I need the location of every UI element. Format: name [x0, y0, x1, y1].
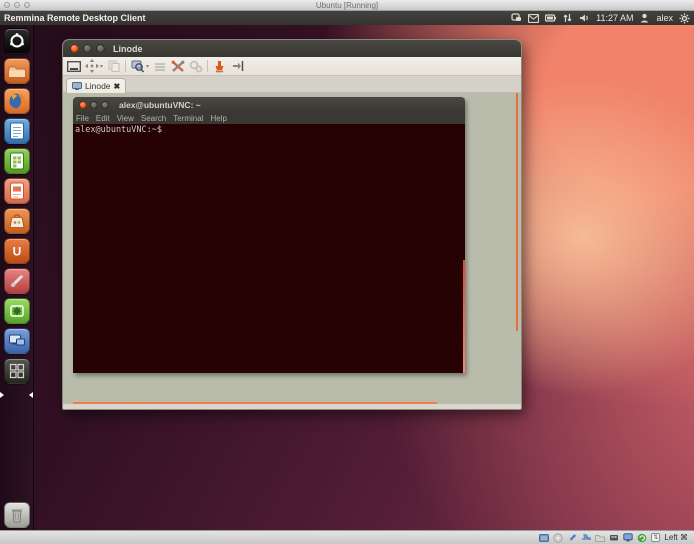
- remote-desktop-view[interactable]: alex@ubuntuVNC: ~ File Edit View Search …: [63, 93, 521, 404]
- menu-view[interactable]: View: [117, 114, 134, 123]
- focused-indicator-arrow: [29, 392, 33, 398]
- launcher-item-workspace-switcher[interactable]: [4, 358, 30, 384]
- fullscreen-icon[interactable]: [66, 59, 81, 74]
- vnc-close-button[interactable]: [79, 101, 87, 109]
- usb-icon[interactable]: [609, 533, 619, 543]
- panel-indicators: 11:27 AM alex: [511, 13, 690, 23]
- host-window-title: Ubuntu [Running]: [0, 0, 694, 11]
- copy-icon: [106, 59, 121, 74]
- svg-text:U: U: [13, 245, 22, 259]
- running-indicator-arrow: [0, 392, 4, 398]
- menu-terminal[interactable]: Terminal: [173, 114, 203, 123]
- launcher-item-dash-home[interactable]: [4, 28, 30, 54]
- tab-screen-icon: [72, 82, 82, 90]
- virtualbox-statusbar: ⇅ Left ⌘: [0, 530, 694, 544]
- vnc-terminal-title: alex@ubuntuVNC: ~: [119, 100, 201, 110]
- minimize-button[interactable]: [83, 44, 92, 53]
- user-icon[interactable]: [639, 13, 650, 23]
- ubuntu-top-panel: Remmina Remote Desktop Client 11:27 AM a…: [0, 11, 694, 25]
- maximize-button[interactable]: [96, 44, 105, 53]
- launcher-item-package-manager[interactable]: [4, 298, 30, 324]
- host-key-indicator: Left ⌘: [664, 533, 688, 542]
- features-icon[interactable]: [637, 533, 647, 543]
- cdrom-icon[interactable]: [553, 533, 563, 543]
- launcher-item-remmina[interactable]: [4, 328, 30, 354]
- audio-pencil-icon[interactable]: [567, 533, 577, 543]
- vnc-terminal-menubar: File Edit View Search Terminal Help: [73, 113, 465, 124]
- launcher-item-system-settings[interactable]: [4, 268, 30, 294]
- close-button[interactable]: [70, 44, 79, 53]
- network-traffic-icon[interactable]: [562, 13, 573, 23]
- vnc-minimize-button[interactable]: [90, 101, 98, 109]
- session-gear-icon[interactable]: [679, 13, 690, 23]
- toolbar-separator: [207, 60, 208, 72]
- tab-linode[interactable]: Linode ✖: [66, 78, 126, 93]
- settings-gears-icon: [188, 59, 203, 74]
- zoom-icon[interactable]: [130, 59, 145, 74]
- panel-username[interactable]: alex: [656, 13, 673, 23]
- display-icon[interactable]: [623, 533, 633, 543]
- vnc-maximize-button[interactable]: [101, 101, 109, 109]
- scale-icon[interactable]: [84, 59, 99, 74]
- remmina-toolbar: ▾ ▾: [63, 57, 521, 76]
- network-adapters-icon[interactable]: [581, 533, 591, 543]
- vnc-terminal-titlebar[interactable]: alex@ubuntuVNC: ~: [73, 97, 465, 113]
- sharedfolder-icon[interactable]: [595, 533, 605, 543]
- launcher-item-trash[interactable]: [4, 502, 30, 528]
- scale-dropdown-caret[interactable]: ▾: [100, 63, 103, 70]
- launcher-item-libreoffice-writer[interactable]: [4, 118, 30, 144]
- disconnect-plug-icon[interactable]: [230, 59, 245, 74]
- panel-clock[interactable]: 11:27 AM: [596, 13, 633, 23]
- menu-edit[interactable]: Edit: [96, 114, 110, 123]
- mail-icon[interactable]: [528, 13, 539, 23]
- volume-icon[interactable]: [579, 13, 590, 23]
- launcher-item-firefox[interactable]: [4, 88, 30, 114]
- vnc-terminal-window: alex@ubuntuVNC: ~ File Edit View Search …: [73, 97, 465, 373]
- remmina-window-bottom-border: [63, 404, 521, 408]
- launcher-item-home-folder[interactable]: [4, 58, 30, 84]
- launcher-item-ubuntu-one[interactable]: U: [4, 238, 30, 264]
- tab-label: Linode: [85, 81, 111, 91]
- menu-search[interactable]: Search: [141, 114, 166, 123]
- terminal-output-area[interactable]: alex@ubuntuVNC:~$: [73, 124, 465, 373]
- remmina-tabbar: Linode ✖: [63, 76, 521, 93]
- remote-view-edge-artifact-vertical: [516, 93, 518, 331]
- host-window-titlebar[interactable]: Ubuntu [Running]: [0, 0, 694, 11]
- harddisk-icon[interactable]: [539, 533, 549, 543]
- connect-plug-icon[interactable]: [212, 59, 227, 74]
- battery-icon[interactable]: [545, 13, 556, 23]
- mouse-integration-icon[interactable]: ⇅: [651, 533, 660, 542]
- terminal-edge-artifact: [463, 260, 465, 373]
- launcher-item-libreoffice-calc[interactable]: [4, 148, 30, 174]
- unity-launcher: U: [0, 25, 34, 530]
- remmina-window: Linode ▾ ▾: [62, 39, 522, 410]
- preferences-tools-icon[interactable]: [170, 59, 185, 74]
- remmina-window-title: Linode: [113, 44, 143, 54]
- panel-app-title: Remmina Remote Desktop Client: [4, 13, 146, 23]
- menu-file[interactable]: File: [76, 114, 89, 123]
- remote-view-edge-artifact-horizontal: [73, 402, 437, 404]
- launcher-item-libreoffice-impress[interactable]: [4, 178, 30, 204]
- virtualbox-vm-screen: Ubuntu [Running] Remmina Remote Desktop …: [0, 0, 694, 544]
- toolbar-separator: [125, 60, 126, 72]
- align-icon: [152, 59, 167, 74]
- tab-close-icon[interactable]: ✖: [114, 82, 121, 91]
- launcher-item-ubuntu-software-center[interactable]: [4, 208, 30, 234]
- remmina-titlebar[interactable]: Linode: [63, 40, 521, 57]
- messaging-icon[interactable]: [511, 13, 522, 23]
- menu-help[interactable]: Help: [210, 114, 226, 123]
- terminal-prompt: alex@ubuntuVNC:~$: [75, 125, 162, 135]
- zoom-dropdown-caret[interactable]: ▾: [146, 63, 149, 70]
